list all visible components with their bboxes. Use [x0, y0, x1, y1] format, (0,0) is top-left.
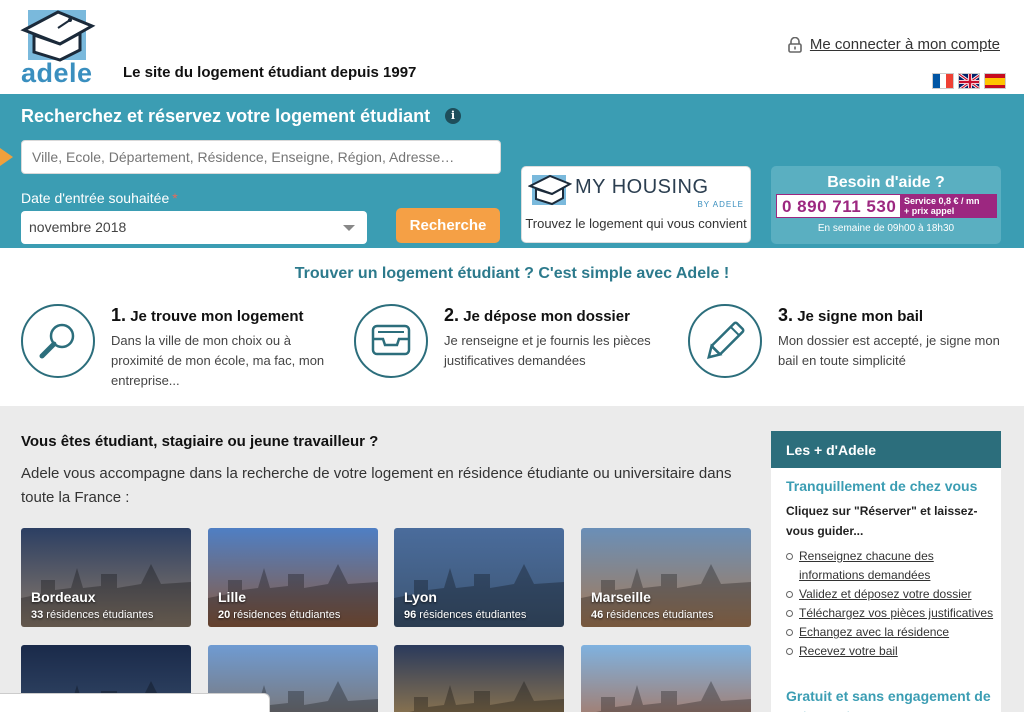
service-tag: Service 0,8 € / mn + prix appel [900, 195, 996, 217]
city-card[interactable] [581, 645, 751, 712]
step-number: 3. [778, 305, 794, 325]
city-card[interactable]: Lille 20 résidences étudiantes [208, 528, 378, 627]
myhousing-logo-icon [528, 174, 572, 206]
es-flag-icon[interactable] [984, 73, 1006, 89]
date-select-value: novembre 2018 [29, 219, 127, 235]
search-band: Recherchez et réservez votre logement ét… [0, 94, 1024, 248]
city-photo-icon [409, 681, 564, 712]
city-name: Marseille [591, 589, 651, 605]
city-card[interactable]: Lyon 96 résidences étudiantes [394, 528, 564, 627]
tagline: Le site du logement étudiant depuis 1997 [123, 64, 417, 81]
info-icon[interactable]: i [445, 108, 461, 124]
city-count: 20 résidences étudiantes [218, 609, 340, 621]
city-name: Lille [218, 589, 247, 605]
step-title: 2. Je dépose mon dossier [444, 305, 630, 326]
step-text: Je renseigne et je fournis les pièces ju… [444, 333, 651, 368]
help-phone-number[interactable]: 0 890 711 530 [782, 197, 896, 217]
side-list: Renseignez chacune des informations dema… [786, 547, 996, 661]
city-count-suffix: résidences étudiantes [230, 609, 341, 621]
step-title: 1. Je trouve mon logement [111, 305, 304, 326]
city-count: 96 résidences étudiantes [404, 609, 526, 621]
side-free-title: Gratuit et sans engagement de votre part [786, 688, 991, 712]
help-phone-box[interactable]: 0 890 711 530 Service 0,8 € / mn + prix … [776, 194, 997, 218]
city-count-suffix: résidences étudiantes [416, 609, 527, 621]
side-list-item[interactable]: Renseignez chacune des informations dema… [786, 547, 996, 585]
side-instructions: Cliquez sur "Réserver" et laissez-vous g… [786, 504, 978, 538]
side-list-item[interactable]: Téléchargez vos pièces justificatives [786, 604, 996, 623]
side-list-item[interactable]: Validez et déposez votre dossier [786, 585, 996, 604]
service-line-1: Service 0,8 € / mn [904, 196, 980, 206]
magnifier-icon [21, 304, 95, 378]
myhousing-title: MY HOUSING [575, 176, 709, 199]
steps-title: Trouver un logement étudiant ? C'est sim… [294, 265, 730, 282]
search-title: Recherchez et réservez votre logement ét… [21, 106, 431, 126]
city-name: Bordeaux [31, 589, 96, 605]
step-title-text: Je signe mon bail [797, 308, 924, 325]
step-number: 2. [444, 305, 460, 325]
city-name: Lyon [404, 589, 437, 605]
myhousing-my: MY [575, 176, 606, 198]
arrow-indicator-icon [0, 148, 13, 166]
search-input[interactable] [21, 140, 501, 174]
search-button[interactable]: Recherche [396, 208, 500, 243]
city-count-suffix: résidences étudiantes [43, 609, 154, 621]
help-hours: En semaine de 09h00 à 18h30 [817, 223, 955, 234]
myhousing-housing: HOUSING [611, 176, 709, 198]
city-count-number: 20 [218, 609, 231, 621]
side-list-item[interactable]: Recevez votre bail [786, 642, 996, 661]
required-mark: * [172, 190, 178, 206]
service-line-2: + prix appel [904, 206, 955, 216]
help-box: Besoin d'aide ? 0 890 711 530 Service 0,… [771, 166, 1001, 244]
myhousing-banner[interactable]: MY HOUSING BY ADELE Trouvez le logement … [521, 166, 751, 243]
city-card[interactable]: Bordeaux 33 résidences étudiantes [21, 528, 191, 627]
intro-title: Vous êtes étudiant, stagiaire ou jeune t… [21, 433, 379, 450]
uk-flag-icon[interactable] [958, 73, 980, 89]
logo-text[interactable]: adele [21, 58, 93, 89]
bottom-popup-edge [0, 693, 270, 712]
city-count-number: 33 [31, 609, 44, 621]
city-count-number: 46 [591, 609, 604, 621]
step-title: 3. Je signe mon bail [778, 305, 923, 326]
step-title-text: Je trouve mon logement [130, 308, 304, 325]
city-photo-icon [596, 681, 751, 712]
chevron-down-icon [343, 225, 355, 231]
site-header: adele Le site du logement étudiant depui… [0, 0, 1024, 94]
city-count: 46 résidences étudiantes [591, 609, 713, 621]
pencil-icon [688, 304, 762, 378]
myhousing-by: BY ADELE [697, 200, 744, 209]
inbox-tray-icon [354, 304, 428, 378]
myhousing-caption: Trouvez le logement qui vous convient [525, 216, 747, 231]
date-label-text: Date d'entrée souhaitée [21, 190, 170, 206]
step-number: 1. [111, 305, 127, 325]
city-card[interactable]: Marseille 46 résidences étudiantes [581, 528, 751, 627]
side-subtitle: Tranquillement de chez vous [786, 478, 978, 494]
side-header: Les + d'Adele [771, 431, 1001, 468]
side-list-item[interactable]: Echangez avec la résidence [786, 623, 996, 642]
date-label: Date d'entrée souhaitée * [21, 190, 178, 206]
lock-icon [788, 36, 802, 53]
city-count: 33 résidences étudiantes [31, 609, 153, 621]
city-card[interactable] [394, 645, 564, 712]
login-link[interactable]: Me connecter à mon compte [788, 36, 1000, 53]
fr-flag-icon[interactable] [932, 73, 954, 89]
step-text: Dans la ville de mon choix ou à proximit… [111, 333, 325, 388]
intro-text: Adele vous accompagne dans la recherche … [21, 465, 732, 506]
login-label[interactable]: Me connecter à mon compte [810, 36, 1000, 53]
step-text: Mon dossier est accepté, je signe mon ba… [778, 333, 1000, 368]
city-count-number: 96 [404, 609, 417, 621]
help-title: Besoin d'aide ? [827, 174, 945, 191]
language-flags [932, 73, 1006, 89]
side-panel: Les + d'Adele Tranquillement de chez vou… [771, 431, 1001, 712]
city-count-suffix: résidences étudiantes [603, 609, 714, 621]
step-title-text: Je dépose mon dossier [463, 308, 630, 325]
date-select[interactable]: novembre 2018 [21, 211, 367, 244]
